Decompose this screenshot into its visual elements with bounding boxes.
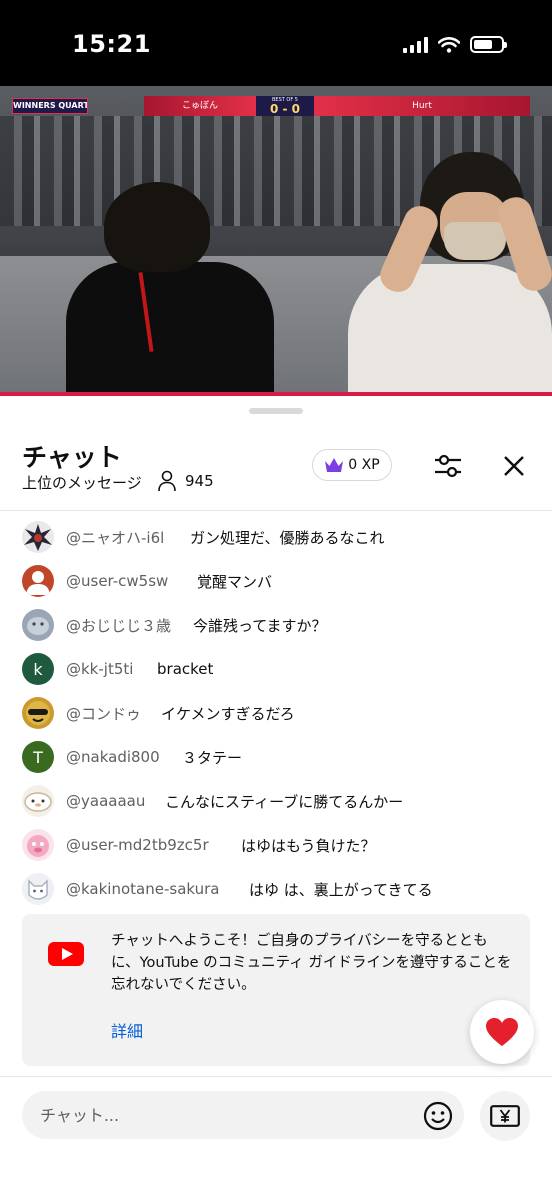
message-text: 覚醒マンバ [197, 572, 273, 591]
round-label: WINNERS QUARTERS [12, 98, 88, 114]
chat-message[interactable]: @おじじじ３歳 今誰残ってますか？ [0, 603, 552, 647]
message-text: 今誰残ってますか？ [193, 616, 327, 635]
battery-icon [470, 36, 507, 53]
chat-message[interactable]: @kakinotane-sakura はゆ は、裏上がってきてる [0, 867, 552, 908]
avatar[interactable] [22, 829, 54, 861]
message-author[interactable]: @nakadi800 [66, 748, 160, 766]
message-text: はゆ は、裏上がってきてる [249, 880, 433, 899]
avatar[interactable] [22, 609, 54, 641]
status-icons [403, 36, 507, 53]
scoreboard-player-right: Hurt [314, 96, 530, 116]
chat-message-list[interactable]: @ニャオハ-i6l ガン処理だ、優勝あるなこれ @user-cw5sw 覚醒マン… [0, 510, 552, 908]
avatar[interactable]: k [22, 653, 54, 685]
scoreboard-score: BEST OF 5 0 - 0 [256, 96, 314, 116]
video-player[interactable]: WINNERS QUARTERS こゅぼん BEST OF 5 0 - 0 Hu… [0, 86, 552, 396]
smiley-icon[interactable] [423, 1101, 453, 1131]
message-author[interactable]: @コンドゥ [66, 703, 141, 724]
avatar[interactable]: T [22, 741, 54, 773]
avatar[interactable] [22, 785, 54, 817]
message-author[interactable]: @kk-jt5ti [66, 660, 133, 678]
avatar[interactable] [22, 565, 54, 597]
chat-message[interactable]: k @kk-jt5ti bracket [0, 647, 552, 691]
message-text: はゆはもう負けた？ [241, 836, 376, 855]
learn-more-link[interactable]: 詳細 [111, 1018, 143, 1042]
chat-message[interactable]: @コンドゥ イケメンすぎるだろ [0, 691, 552, 735]
yen-note-icon [490, 1105, 520, 1127]
scoreboard-player-left: こゅぼん [144, 96, 256, 116]
message-author[interactable]: @user-cw5sw [66, 572, 168, 590]
message-author[interactable]: @kakinotane-sakura [66, 880, 219, 898]
status-bar: 15:21 [0, 0, 552, 86]
message-text: こんなにスティーブに勝てるんかー [165, 792, 404, 811]
avatar[interactable] [22, 697, 54, 729]
chat-message[interactable]: @yaaaaau こんなにスティーブに勝てるんかー [0, 779, 552, 823]
heart-icon [486, 1018, 518, 1046]
message-author[interactable]: @ニャオハ-i6l [66, 527, 164, 548]
youtube-logo-icon [48, 942, 84, 966]
score-value: 0 - 0 [269, 102, 301, 116]
filter-button[interactable] [432, 450, 464, 482]
message-text: ３タテー [182, 748, 243, 767]
avatar[interactable] [22, 873, 54, 905]
cellular-signal-icon [403, 36, 428, 53]
chat-mode-selector[interactable]: 上位のメッセージ [22, 472, 142, 493]
status-time: 15:21 [72, 30, 151, 58]
welcome-message: チャットへようこそ！ご自身のプライバシーを守るとともに、YouTube のコミュ… [111, 933, 512, 993]
chat-panel: チャット 上位のメッセージ 945 0 XP @ニャオハ-i6l ガン処理だ、優… [0, 396, 552, 1200]
drag-handle[interactable] [249, 408, 303, 414]
reaction-button[interactable] [470, 1000, 534, 1064]
person-icon [158, 470, 176, 492]
message-text: イケメンすぎるだろ [161, 704, 295, 723]
message-author[interactable]: @user-md2tb9zc5r [66, 836, 209, 854]
close-button[interactable] [498, 450, 530, 482]
chat-message[interactable]: @user-md2tb9zc5r はゆはもう負けた？ [0, 823, 552, 867]
message-text: bracket [157, 660, 214, 678]
player-left-figure [66, 182, 274, 396]
wifi-icon [438, 36, 460, 53]
avatar[interactable] [22, 521, 54, 553]
chat-message[interactable]: T @nakadi800 ３タテー [0, 735, 552, 779]
message-author[interactable]: @おじじじ３歳 [66, 615, 171, 636]
chat-input-bar [0, 1076, 552, 1200]
viewer-count: 945 [185, 472, 214, 490]
chat-title: チャット [22, 443, 122, 472]
scoreboard: こゅぼん BEST OF 5 0 - 0 Hurt [144, 96, 530, 116]
player-right-figure [348, 152, 552, 396]
sliders-icon [435, 454, 461, 478]
xp-button[interactable]: 0 XP [312, 449, 392, 481]
message-author[interactable]: @yaaaaau [66, 792, 145, 810]
welcome-banner: チャットへようこそ！ご自身のプライバシーを守るとともに、YouTube のコミュ… [22, 914, 530, 1066]
chat-message[interactable]: @ニャオハ-i6l ガン処理だ、優勝あるなこれ [0, 515, 552, 559]
crown-icon [325, 458, 344, 472]
close-icon [504, 456, 524, 476]
super-chat-button[interactable] [480, 1091, 530, 1141]
chat-input[interactable] [22, 1091, 464, 1139]
chat-message[interactable]: @user-cw5sw 覚醒マンバ [0, 559, 552, 603]
message-text: ガン処理だ、優勝あるなこれ [190, 528, 385, 547]
xp-label: 0 XP [348, 457, 380, 473]
